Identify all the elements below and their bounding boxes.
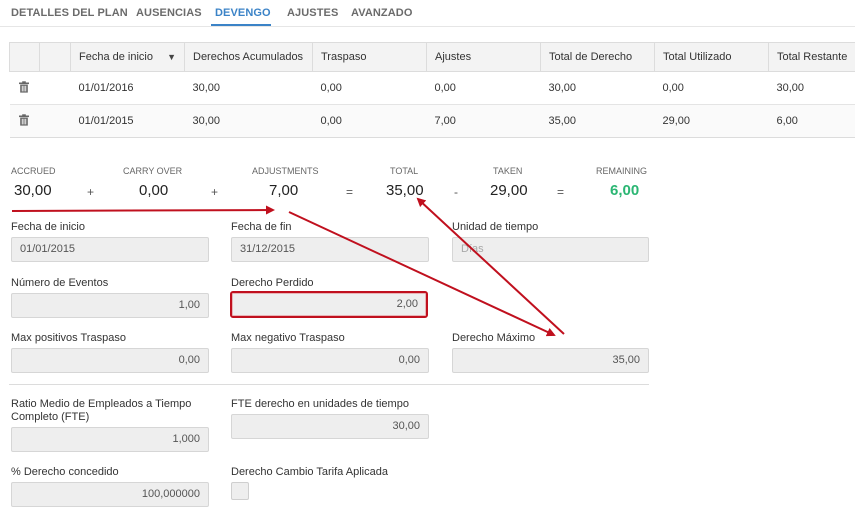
fecha-fin-field[interactable]: 31/12/2015 [231, 237, 429, 262]
active-tab-indicator [211, 24, 271, 26]
row-actions [9, 104, 40, 138]
header-total-utilizado[interactable]: Total Utilizado [654, 42, 769, 72]
derecho-maximo-label: Derecho Máximo [452, 332, 536, 344]
numero-eventos-label: Número de Eventos [11, 277, 109, 289]
cell-traspaso: 0,00 [312, 104, 427, 138]
cambio-tarifa-label: Derecho Cambio Tarifa Aplicada [231, 466, 388, 478]
cell-fecha-inicio: 01/01/2015 [70, 104, 185, 138]
unidad-tiempo-label: Unidad de tiempo [452, 221, 539, 233]
tab-detalles-del-plan[interactable]: DETALLES DEL PLAN [11, 7, 128, 19]
header-traspaso[interactable]: Traspaso [312, 42, 427, 72]
remaining-value: 6,00 [610, 182, 640, 199]
row-actions [9, 71, 40, 105]
cell-ajustes: 7,00 [426, 104, 541, 138]
header-total-derecho[interactable]: Total de Derecho [540, 42, 655, 72]
max-positivos-traspaso-label: Max positivos Traspaso [11, 332, 126, 344]
ratio-fte-field[interactable]: 1,000 [11, 427, 209, 452]
equals-operator: = [346, 185, 354, 199]
unidad-tiempo-select[interactable]: Días [452, 237, 649, 262]
cell-derechos-acumulados: 30,00 [184, 71, 313, 105]
fecha-fin-label: Fecha de fin [231, 221, 292, 233]
fte-derecho-field[interactable]: 30,00 [231, 414, 429, 439]
total-value: 35,00 [386, 182, 424, 199]
section-divider [9, 384, 649, 385]
taken-label: TAKEN [493, 166, 523, 176]
cell-fecha-inicio: 01/01/2016 [70, 71, 185, 105]
adjustments-label: ADJUSTMENTS [252, 166, 319, 176]
derecho-perdido-field[interactable]: 2,00 [230, 291, 428, 318]
max-positivos-traspaso-field[interactable]: 0,00 [11, 348, 209, 373]
fte-derecho-label: FTE derecho en unidades de tiempo [231, 398, 409, 410]
fecha-inicio-field[interactable]: 01/01/2015 [11, 237, 209, 262]
header-derechos-acumulados[interactable]: Derechos Acumulados [184, 42, 313, 72]
cell-total-derecho: 30,00 [540, 71, 655, 105]
trash-icon[interactable] [18, 113, 30, 126]
cell-ajustes: 0,00 [426, 71, 541, 105]
tab-ausencias[interactable]: AUSENCIAS [136, 7, 202, 19]
cell-total-restante: 6,00 [768, 104, 855, 138]
tab-avanzado[interactable]: AVANZADO [351, 7, 413, 19]
header-total-restante[interactable]: Total Restante [768, 42, 855, 72]
header-ajustes[interactable]: Ajustes [426, 42, 541, 72]
derecho-perdido-label: Derecho Perdido [231, 277, 314, 289]
header-fecha-inicio[interactable]: Fecha de inicio ▼ [70, 42, 185, 72]
sort-desc-icon[interactable]: ▼ [167, 52, 176, 62]
accrued-label: ACCRUED [11, 166, 56, 176]
table-row[interactable]: 01/01/2016 30,00 0,00 0,00 30,00 0,00 30… [9, 71, 855, 105]
plus-operator: + [211, 185, 219, 199]
plus-operator: + [87, 185, 95, 199]
tab-bar: DETALLES DEL PLAN AUSENCIAS DEVENGO AJUS… [0, 0, 855, 27]
accrued-value: 30,00 [14, 182, 52, 199]
carry-over-label: CARRY OVER [123, 166, 183, 176]
table-row[interactable]: 01/01/2015 30,00 0,00 7,00 35,00 29,00 6… [9, 104, 855, 138]
accrual-table: Fecha de inicio ▼ Derechos Acumulados Tra… [9, 42, 855, 138]
max-negativo-traspaso-label: Max negativo Traspaso [231, 332, 345, 344]
tab-devengo[interactable]: DEVENGO [215, 7, 271, 19]
numero-eventos-field[interactable]: 1,00 [11, 293, 209, 318]
taken-value: 29,00 [490, 182, 528, 199]
pct-derecho-field[interactable]: 100,000000 [11, 482, 209, 507]
total-label: TOTAL [390, 166, 419, 176]
derecho-maximo-field[interactable]: 35,00 [452, 348, 649, 373]
ratio-fte-label-line2: Completo (FTE) [11, 411, 90, 423]
cell-total-derecho: 35,00 [540, 104, 655, 138]
ratio-fte-label-line1: Ratio Medio de Empleados a Tiempo [11, 398, 192, 410]
cell-derechos-acumulados: 30,00 [184, 104, 313, 138]
trash-icon[interactable] [18, 80, 30, 93]
adjustments-value: 7,00 [269, 182, 299, 199]
tab-ajustes[interactable]: AJUSTES [287, 7, 338, 19]
cell-total-utilizado: 0,00 [654, 71, 769, 105]
header-actions [9, 42, 40, 72]
arrow-derecho-maximo-to-total [416, 197, 565, 335]
cell-total-utilizado: 29,00 [654, 104, 769, 138]
equals-operator: = [557, 185, 565, 199]
remaining-label: REMAINING [596, 166, 648, 176]
header-blank [39, 42, 71, 72]
cambio-tarifa-checkbox[interactable] [231, 482, 249, 500]
pct-derecho-label: % Derecho concedido [11, 466, 119, 478]
fecha-inicio-label: Fecha de inicio [11, 221, 85, 233]
max-negativo-traspaso-field[interactable]: 0,00 [231, 348, 429, 373]
carry-over-value: 0,00 [139, 182, 169, 199]
minus-operator: - [454, 185, 458, 199]
cell-traspaso: 0,00 [312, 71, 427, 105]
arrow-accrued-to-adjustments [11, 205, 275, 215]
table-header-row: Fecha de inicio ▼ Derechos Acumulados Tra… [9, 42, 855, 72]
cell-total-restante: 30,00 [768, 71, 855, 105]
